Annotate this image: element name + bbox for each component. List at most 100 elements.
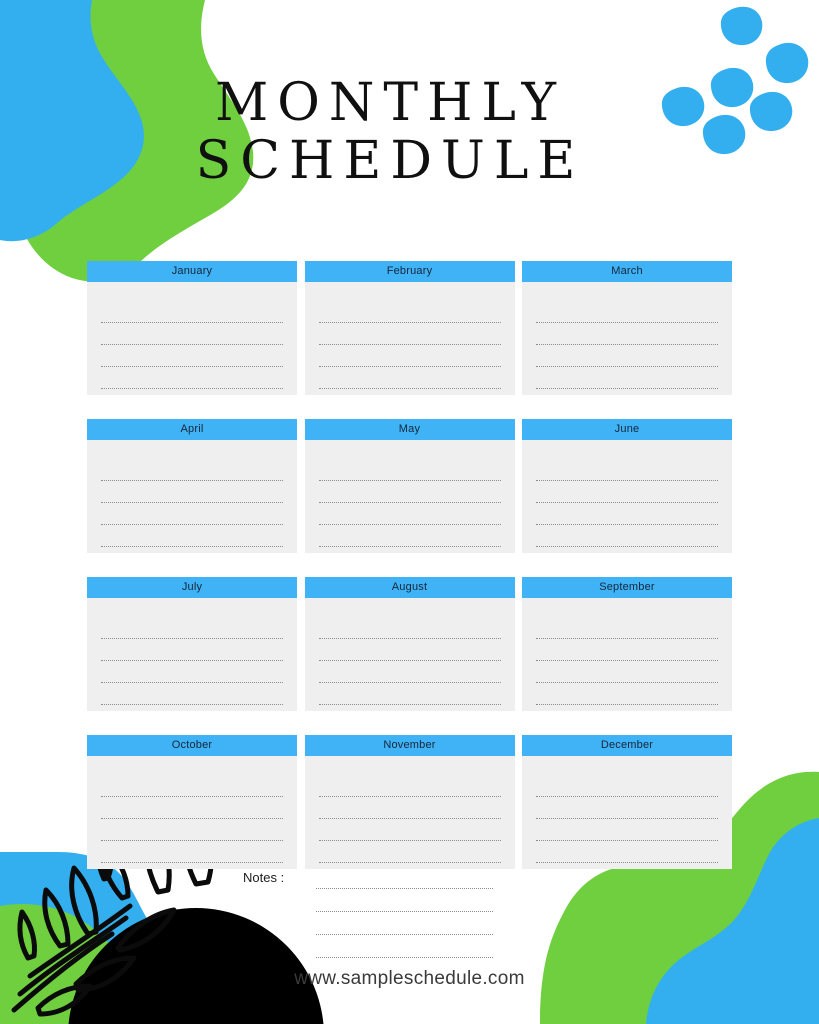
month-write-line[interactable] (101, 345, 283, 367)
month-write-line[interactable] (536, 797, 718, 819)
month-header-july: July (87, 577, 297, 598)
month-write-line[interactable] (536, 775, 718, 797)
notes-lines[interactable] (316, 866, 494, 958)
month-write-line[interactable] (318, 503, 501, 525)
month-header-september: September (522, 577, 732, 598)
month-card: September (522, 577, 732, 711)
month-card: November (304, 735, 515, 869)
month-write-area[interactable] (304, 282, 515, 395)
month-write-line[interactable] (318, 481, 501, 503)
month-write-line[interactable] (101, 301, 283, 323)
month-write-line[interactable] (536, 683, 718, 705)
month-card: June (522, 419, 732, 553)
blue-blob-bottom-left (0, 852, 195, 1024)
month-write-line[interactable] (536, 617, 718, 639)
month-write-line[interactable] (536, 503, 718, 525)
month-card: March (522, 261, 732, 395)
month-card: December (522, 735, 732, 869)
month-grid: January February March April May June July Augu… (87, 261, 732, 869)
month-header-november: November (304, 735, 515, 756)
month-write-line[interactable] (536, 345, 718, 367)
month-write-line[interactable] (101, 775, 283, 797)
notes-section: Notes : (243, 866, 543, 958)
month-card: August (304, 577, 515, 711)
notes-write-line[interactable] (316, 866, 494, 889)
month-write-line[interactable] (536, 367, 718, 389)
month-write-line[interactable] (536, 301, 718, 323)
month-write-line[interactable] (101, 683, 283, 705)
month-write-line[interactable] (318, 639, 501, 661)
month-write-line[interactable] (101, 617, 283, 639)
month-write-line[interactable] (318, 301, 501, 323)
month-write-line[interactable] (536, 841, 718, 863)
month-card: July (87, 577, 297, 711)
month-write-area[interactable] (522, 598, 732, 711)
month-write-area[interactable] (87, 598, 297, 711)
notes-write-line[interactable] (316, 912, 494, 935)
month-header-october: October (87, 735, 297, 756)
month-write-line[interactable] (101, 367, 283, 389)
month-card: January (87, 261, 297, 395)
month-write-line[interactable] (536, 525, 718, 547)
page-title-line-2: SCHEDULE (195, 131, 585, 191)
month-write-line[interactable] (101, 459, 283, 481)
month-write-line[interactable] (318, 661, 501, 683)
month-write-area[interactable] (87, 440, 297, 553)
month-write-area[interactable] (304, 440, 515, 553)
month-card: May (304, 419, 515, 553)
month-write-line[interactable] (101, 525, 283, 547)
month-header-december: December (522, 735, 732, 756)
month-write-line[interactable] (318, 683, 501, 705)
notes-write-line[interactable] (316, 935, 494, 958)
month-write-area[interactable] (522, 282, 732, 395)
month-write-area[interactable] (522, 756, 732, 869)
page-title: MONTHLY SCHEDULE (0, 74, 780, 190)
month-write-line[interactable] (318, 345, 501, 367)
month-header-august: August (304, 577, 515, 598)
blue-dot-1 (720, 6, 763, 46)
month-write-line[interactable] (101, 323, 283, 345)
month-write-line[interactable] (318, 367, 501, 389)
month-write-area[interactable] (522, 440, 732, 553)
month-write-line[interactable] (101, 639, 283, 661)
month-header-january: January (87, 261, 297, 282)
month-write-line[interactable] (101, 841, 283, 863)
month-write-line[interactable] (536, 639, 718, 661)
month-write-line[interactable] (318, 797, 501, 819)
month-write-line[interactable] (101, 797, 283, 819)
monthly-schedule-page: MONTHLY SCHEDULE January February March Apr… (0, 0, 819, 1024)
page-title-line-1: MONTHLY (215, 73, 565, 133)
month-header-april: April (87, 419, 297, 440)
month-write-line[interactable] (318, 841, 501, 863)
month-write-line[interactable] (536, 819, 718, 841)
month-write-line[interactable] (318, 459, 501, 481)
month-write-line[interactable] (318, 617, 501, 639)
notes-label: Notes : (243, 870, 285, 885)
month-header-may: May (304, 419, 515, 440)
month-card: April (87, 419, 297, 553)
month-write-line[interactable] (536, 661, 718, 683)
month-write-line[interactable] (101, 503, 283, 525)
month-write-line[interactable] (318, 525, 501, 547)
month-write-line[interactable] (318, 819, 501, 841)
month-header-march: March (522, 261, 732, 282)
month-write-line[interactable] (101, 819, 283, 841)
month-write-area[interactable] (304, 756, 515, 869)
month-card: February (304, 261, 515, 395)
month-write-area[interactable] (304, 598, 515, 711)
month-write-area[interactable] (87, 756, 297, 869)
month-header-june: June (522, 419, 732, 440)
green-blob-bottom-left (0, 904, 182, 1024)
month-write-line[interactable] (318, 775, 501, 797)
notes-write-line[interactable] (316, 889, 494, 912)
month-write-line[interactable] (318, 323, 501, 345)
month-write-line[interactable] (536, 323, 718, 345)
website-url[interactable]: www.sampleschedule.com (0, 968, 819, 990)
month-write-line[interactable] (536, 481, 718, 503)
month-write-line[interactable] (101, 661, 283, 683)
month-write-line[interactable] (101, 481, 283, 503)
month-write-area[interactable] (87, 282, 297, 395)
month-card: October (87, 735, 297, 869)
month-header-february: February (304, 261, 515, 282)
month-write-line[interactable] (536, 459, 718, 481)
